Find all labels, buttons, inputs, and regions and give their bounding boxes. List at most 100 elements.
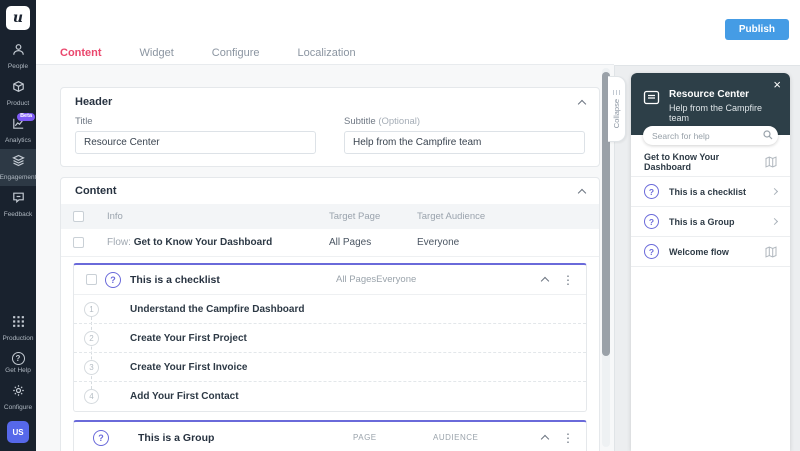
main-panel: Content Widget Configure Localization He… xyxy=(36,0,614,451)
title-field-group: Title xyxy=(75,116,316,154)
column-target-audience: Target Audience xyxy=(417,211,486,222)
box-icon xyxy=(12,80,25,98)
sidebar-item-feedback[interactable]: Feedback xyxy=(0,186,36,223)
header-card: Header Title Subtitle (Optional) xyxy=(60,87,600,167)
map-icon xyxy=(765,155,777,168)
preview-header-text: Resource Center Help from the Campfire t… xyxy=(669,89,778,123)
chat-bubble-icon xyxy=(12,191,25,209)
step-number-badge: 2 xyxy=(84,330,99,346)
checklist-item[interactable]: 4 Add Your First Contact xyxy=(74,382,586,411)
collapse-chevron-icon[interactable] xyxy=(540,434,550,444)
sidebar-item-label: Production xyxy=(2,335,34,342)
content-card-title: Content xyxy=(75,185,117,197)
sidebar-item-label: Analytics xyxy=(4,137,31,144)
grid-icon xyxy=(12,315,25,333)
subtitle-field-label: Subtitle (Optional) xyxy=(344,116,421,127)
map-icon xyxy=(765,245,777,258)
preview-subtitle: Help from the Campfire team xyxy=(669,103,763,123)
sidebar: u People Product Beta Analytics Engageme… xyxy=(0,0,36,451)
drag-grip-icon xyxy=(613,89,620,95)
flow-row[interactable]: Flow: Get to Know Your Dashboard All Pag… xyxy=(61,229,599,257)
checklist-item[interactable]: 3 Create Your First Invoice xyxy=(74,353,586,382)
preview-header: Resource Center Help from the Campfire t… xyxy=(631,73,790,145)
select-all-checkbox[interactable] xyxy=(73,211,84,222)
user-avatar[interactable]: US xyxy=(7,421,29,443)
preview-panel: Resource Center Help from the Campfire t… xyxy=(614,65,800,451)
step-number-badge: 1 xyxy=(84,301,99,317)
optional-hint: (Optional) xyxy=(378,116,421,127)
group-header[interactable]: This is a Group PAGE AUDIENCE xyxy=(74,422,586,451)
sidebar-item-get-help[interactable]: Get Help xyxy=(0,347,36,379)
checklist-items: 1 Understand the Campfire Dashboard 2 Cr… xyxy=(74,295,586,411)
sidebar-item-production[interactable]: Production xyxy=(0,310,36,347)
checklist-card: This is a checklist All PagesEveryone 1 xyxy=(73,263,587,412)
content-scroll-area: Header Title Subtitle (Optional) xyxy=(36,64,614,451)
app-window: u People Product Beta Analytics Engageme… xyxy=(0,0,800,451)
sidebar-item-label: Configure xyxy=(3,404,33,411)
row-checkbox[interactable] xyxy=(73,237,84,248)
publish-button[interactable]: Publish xyxy=(724,19,789,40)
preview-title: Resource Center xyxy=(669,89,750,100)
row-checkbox[interactable] xyxy=(86,274,97,285)
subtitle-input[interactable] xyxy=(344,131,585,154)
group-title: This is a Group xyxy=(138,431,215,444)
gear-icon xyxy=(12,384,25,402)
subtitle-field-group: Subtitle (Optional) xyxy=(344,116,585,154)
beta-badge: Beta xyxy=(17,113,35,121)
kebab-menu-icon[interactable] xyxy=(562,274,574,286)
layers-icon xyxy=(11,154,25,172)
sidebar-item-label: Feedback xyxy=(3,211,33,218)
flow-row-audience: Everyone xyxy=(417,237,460,248)
sidebar-item-engagement[interactable]: Engagement xyxy=(0,149,36,186)
chevron-right-icon xyxy=(770,187,779,196)
group-card: This is a Group PAGE AUDIENCE xyxy=(73,420,587,451)
chevron-right-icon xyxy=(770,217,779,226)
collapse-label: Collapse xyxy=(612,98,621,129)
column-page: PAGE xyxy=(353,433,377,442)
sidebar-item-configure[interactable]: Configure xyxy=(0,379,36,416)
preview-item-flow[interactable]: Get to Know Your Dashboard xyxy=(631,147,790,177)
search-input[interactable] xyxy=(652,130,763,141)
search-icon xyxy=(763,127,773,145)
sidebar-item-product[interactable]: Product xyxy=(0,75,36,112)
collapse-panel-toggle[interactable]: Collapse xyxy=(608,76,626,142)
close-icon[interactable] xyxy=(773,78,781,91)
userpilot-logo[interactable]: u xyxy=(6,6,30,30)
question-circle-icon xyxy=(105,271,121,288)
tab-bar: Content Widget Configure Localization xyxy=(36,0,614,70)
preview-search[interactable] xyxy=(643,126,778,145)
preview-item-checklist[interactable]: This is a checklist xyxy=(631,177,790,207)
collapse-chevron-icon[interactable] xyxy=(540,276,550,286)
checklist-item[interactable]: 1 Understand the Campfire Dashboard xyxy=(74,295,586,324)
question-circle-icon xyxy=(11,352,25,365)
header-card-title: Header xyxy=(75,96,113,108)
preview-item-list: Get to Know Your Dashboard This is a che… xyxy=(631,147,790,267)
book-icon xyxy=(643,89,660,111)
sidebar-item-analytics[interactable]: Beta Analytics xyxy=(0,112,36,149)
kebab-menu-icon[interactable] xyxy=(562,432,574,444)
flow-row-page: All Pages xyxy=(329,237,372,248)
sidebar-item-label: Engagement xyxy=(0,174,37,181)
people-icon xyxy=(12,43,25,61)
sidebar-item-label: Get Help xyxy=(5,367,31,374)
question-circle-icon xyxy=(644,214,659,229)
collapse-chevron-icon[interactable] xyxy=(577,99,587,108)
checklist-target-meta: All PagesEveryone xyxy=(336,274,417,285)
collapse-chevron-icon[interactable] xyxy=(577,188,587,197)
sidebar-item-label: People xyxy=(7,63,29,70)
checklist-header[interactable]: This is a checklist All PagesEveryone xyxy=(74,265,586,295)
checklist-item[interactable]: 2 Create Your First Project xyxy=(74,324,586,353)
step-number-badge: 4 xyxy=(84,389,99,404)
question-circle-icon xyxy=(644,184,659,199)
sidebar-item-label: Product xyxy=(6,100,30,107)
preview-item-group[interactable]: This is a Group xyxy=(631,207,790,237)
preview-item-welcome-flow[interactable]: Welcome flow xyxy=(631,237,790,267)
sidebar-item-people[interactable]: People xyxy=(0,38,36,75)
title-input[interactable] xyxy=(75,131,316,154)
question-circle-icon xyxy=(644,244,659,259)
column-audience: AUDIENCE xyxy=(433,433,479,442)
flow-row-name: Flow: Get to Know Your Dashboard xyxy=(107,237,273,248)
title-field-label: Title xyxy=(75,116,93,127)
resource-center-preview: Resource Center Help from the Campfire t… xyxy=(631,73,790,451)
column-target-page: Target Page xyxy=(329,211,381,222)
